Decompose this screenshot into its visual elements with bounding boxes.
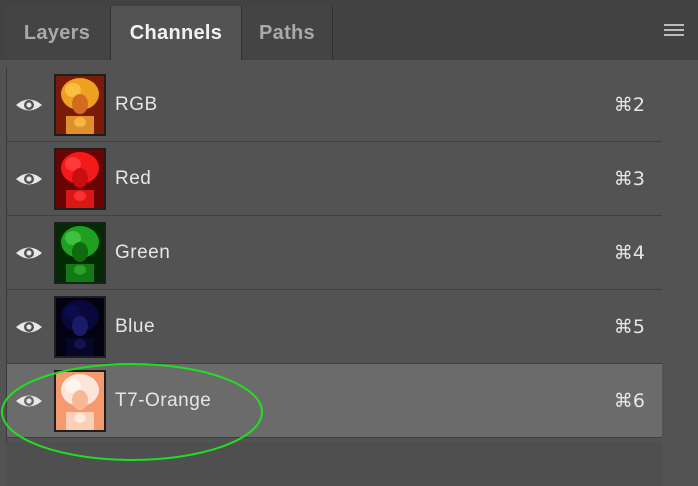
channel-row-green[interactable]: Green ⌘4: [7, 216, 663, 290]
eye-icon[interactable]: [15, 316, 43, 338]
panel-empty-area: [6, 442, 662, 486]
channel-thumbnail-green: [54, 222, 106, 284]
channel-list: RGB ⌘2 Red ⌘3 Green ⌘4 Blue ⌘5 T7-Orange…: [6, 68, 663, 442]
channel-row-rgb[interactable]: RGB ⌘2: [7, 68, 663, 142]
channel-name: Blue: [115, 316, 156, 337]
eye-icon[interactable]: [15, 242, 43, 264]
channel-name: T7-Orange: [115, 390, 212, 411]
channel-shortcut: ⌘6: [613, 390, 645, 412]
panel-scroll-gutter: [662, 68, 690, 486]
tab-layers[interactable]: Layers: [4, 6, 111, 60]
channel-shortcut: ⌘5: [613, 316, 645, 338]
hamburger-menu-icon[interactable]: [664, 24, 684, 40]
channel-thumbnail-red: [54, 148, 106, 210]
channel-row-red[interactable]: Red ⌘3: [7, 142, 663, 216]
channel-name: Green: [115, 242, 171, 263]
channel-thumbnail-t7-orange: [54, 370, 106, 432]
channel-shortcut: ⌘3: [613, 168, 645, 190]
eye-icon[interactable]: [15, 390, 43, 412]
channels-panel: Layers Channels Paths RGB ⌘2 Red ⌘3 Gree…: [0, 0, 698, 486]
channel-thumbnail-blue: [54, 296, 106, 358]
tab-channels[interactable]: Channels: [111, 6, 241, 60]
channel-row-blue[interactable]: Blue ⌘5: [7, 290, 663, 364]
channel-shortcut: ⌘2: [613, 94, 645, 116]
channel-name: RGB: [115, 94, 158, 115]
channel-shortcut: ⌘4: [613, 242, 645, 264]
panel-tab-bar: Layers Channels Paths: [0, 0, 698, 60]
tab-paths[interactable]: Paths: [241, 6, 333, 60]
channel-name: Red: [115, 168, 152, 189]
eye-icon[interactable]: [15, 168, 43, 190]
channel-row-t7-orange[interactable]: T7-Orange ⌘6: [7, 364, 663, 438]
eye-icon[interactable]: [15, 94, 43, 116]
channel-thumbnail-rgb: [54, 74, 106, 136]
